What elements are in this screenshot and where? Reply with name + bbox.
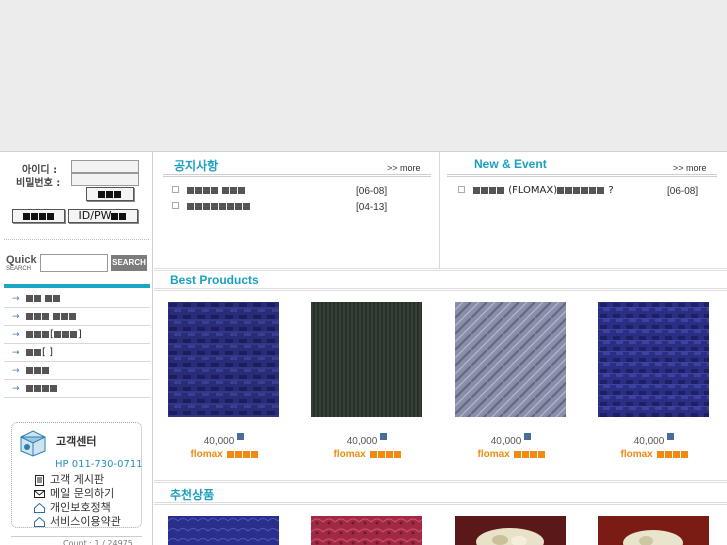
password-label: 비밀번호 : [16,178,61,189]
price-marker [237,433,245,440]
event-post-1[interactable]: (FLOMAX) ? [458,185,614,196]
event-title: New & Event [474,157,547,171]
notice-post-2[interactable] [172,201,251,212]
notice-post-1[interactable] [172,185,246,196]
product-thumbnail[interactable] [311,302,422,417]
recommended-title: 추천상품 [170,488,215,502]
menu-item-6[interactable]: → [4,380,150,398]
menu-item-4-label: [ ] [42,347,53,358]
recommended-thumbnail-2[interactable] [311,516,422,545]
product-price: 40,000 [490,436,522,447]
product-card-2[interactable]: 40,000 flomax [311,302,423,460]
menu-item-4[interactable]: → [ ] [4,344,150,362]
customer-center-icon [20,430,46,457]
login-button[interactable] [86,187,134,201]
menu-item-3-suffix: ] [77,329,82,340]
join-button[interactable] [12,209,65,223]
product-brand-row: flomax [455,449,567,460]
quick-label-small: SEARCH [6,266,32,272]
product-price: 40,000 [633,436,665,447]
terms-link[interactable]: 서비스이용약관 [34,513,121,529]
category-menu: → → → [] → [ ] → → [4,290,150,398]
product-card-3[interactable]: 40,000 flomax [455,302,567,460]
product-brand: flomax [477,449,510,460]
notice-underline [163,174,431,177]
customer-center-phone: HP 011-730-0711 [55,459,143,470]
house-icon [34,502,45,513]
recommended-thumbnail-1[interactable] [168,516,279,545]
product-brand-row: flomax [598,449,710,460]
menu-item-1[interactable]: → [4,290,150,308]
mail-icon [34,489,45,499]
product-brand: flomax [620,449,653,460]
product-brand: flomax [333,449,366,460]
find-id-pw-button[interactable]: ID/PW [68,209,138,223]
quick-search-input[interactable] [40,254,108,272]
customer-center-box: 고객센터 HP 011-730-0711 고객 게시판 메일 문의하기 개인보호… [11,422,143,529]
product-price: 40,000 [203,436,235,447]
price-marker [524,433,532,440]
arrow-right-icon: → [12,294,20,304]
menu-item-2[interactable]: → [4,308,150,326]
post-bullet-icon [172,201,179,209]
price-marker [667,433,675,440]
terms-link-label: 서비스이용약관 [50,515,121,528]
product-brand-row: flomax [311,449,423,460]
search-button[interactable]: SEARCH [111,255,147,271]
event-underline [447,174,717,177]
post-bullet-icon [172,185,179,193]
product-thumbnail[interactable] [168,302,279,417]
product-price-row: 40,000 [168,433,280,447]
event-post-1-suffix: ? [608,185,614,196]
best-products-underline [154,288,727,291]
document-icon [34,475,45,486]
event-post-1-title: (FLOMAX) [508,185,558,196]
recommended-thumbnail-3[interactable] [455,516,566,545]
menu-accent-bar [4,284,150,288]
arrow-right-icon: → [12,348,20,358]
notice-post-2-date: [04-13] [356,202,388,213]
product-brand-row: flomax [168,449,280,460]
arrow-right-icon: → [12,366,20,376]
menu-item-3[interactable]: → [] [4,326,150,344]
product-thumbnail[interactable] [455,302,566,417]
recommended-thumbnail-4[interactable] [598,516,709,545]
notice-more-link[interactable]: >> more [387,163,421,173]
top-banner-area [0,0,727,151]
product-price-row: 40,000 [598,433,710,447]
board-divider [439,152,440,268]
recommended-underline [154,502,727,505]
password-input[interactable] [71,173,139,186]
post-bullet-icon [458,185,465,193]
product-thumbnail[interactable] [598,302,709,417]
event-more-link[interactable]: >> more [673,163,707,173]
quick-search-label: Quick SEARCH [6,254,40,274]
customer-center-title: 고객센터 [56,435,97,448]
product-card-1[interactable]: 40,000 flomax [168,302,280,460]
product-price: 40,000 [346,436,378,447]
price-marker [380,433,388,440]
id-input[interactable] [71,160,139,173]
product-price-row: 40,000 [455,433,567,447]
page-body: 아이디 : 비밀번호 : ID/PW Quick SEARCH SEARCH → [0,151,727,545]
visitor-counter: Count : 1 / 24975 [11,536,142,545]
product-card-4[interactable]: 40,000 flomax [598,302,710,460]
product-brand: flomax [190,449,223,460]
arrow-right-icon: → [12,312,20,322]
event-post-1-date: [06-08] [667,186,699,197]
best-products-topline [154,268,727,271]
menu-item-5[interactable]: → [4,362,150,380]
id-pw-label: ID/PW [78,209,112,222]
house-icon [34,516,45,527]
product-price-row: 40,000 [311,433,423,447]
recommended-topline [154,480,727,483]
left-sidebar: 아이디 : 비밀번호 : ID/PW Quick SEARCH SEARCH → [0,152,153,545]
arrow-right-icon: → [12,384,20,394]
notice-post-1-date: [06-08] [356,186,388,197]
quick-label-big: Quick [6,254,37,266]
best-products-title: Best Prouducts [170,273,259,287]
notice-title: 공지사항 [174,159,219,173]
arrow-right-icon: → [12,330,20,340]
divider [4,239,149,240]
